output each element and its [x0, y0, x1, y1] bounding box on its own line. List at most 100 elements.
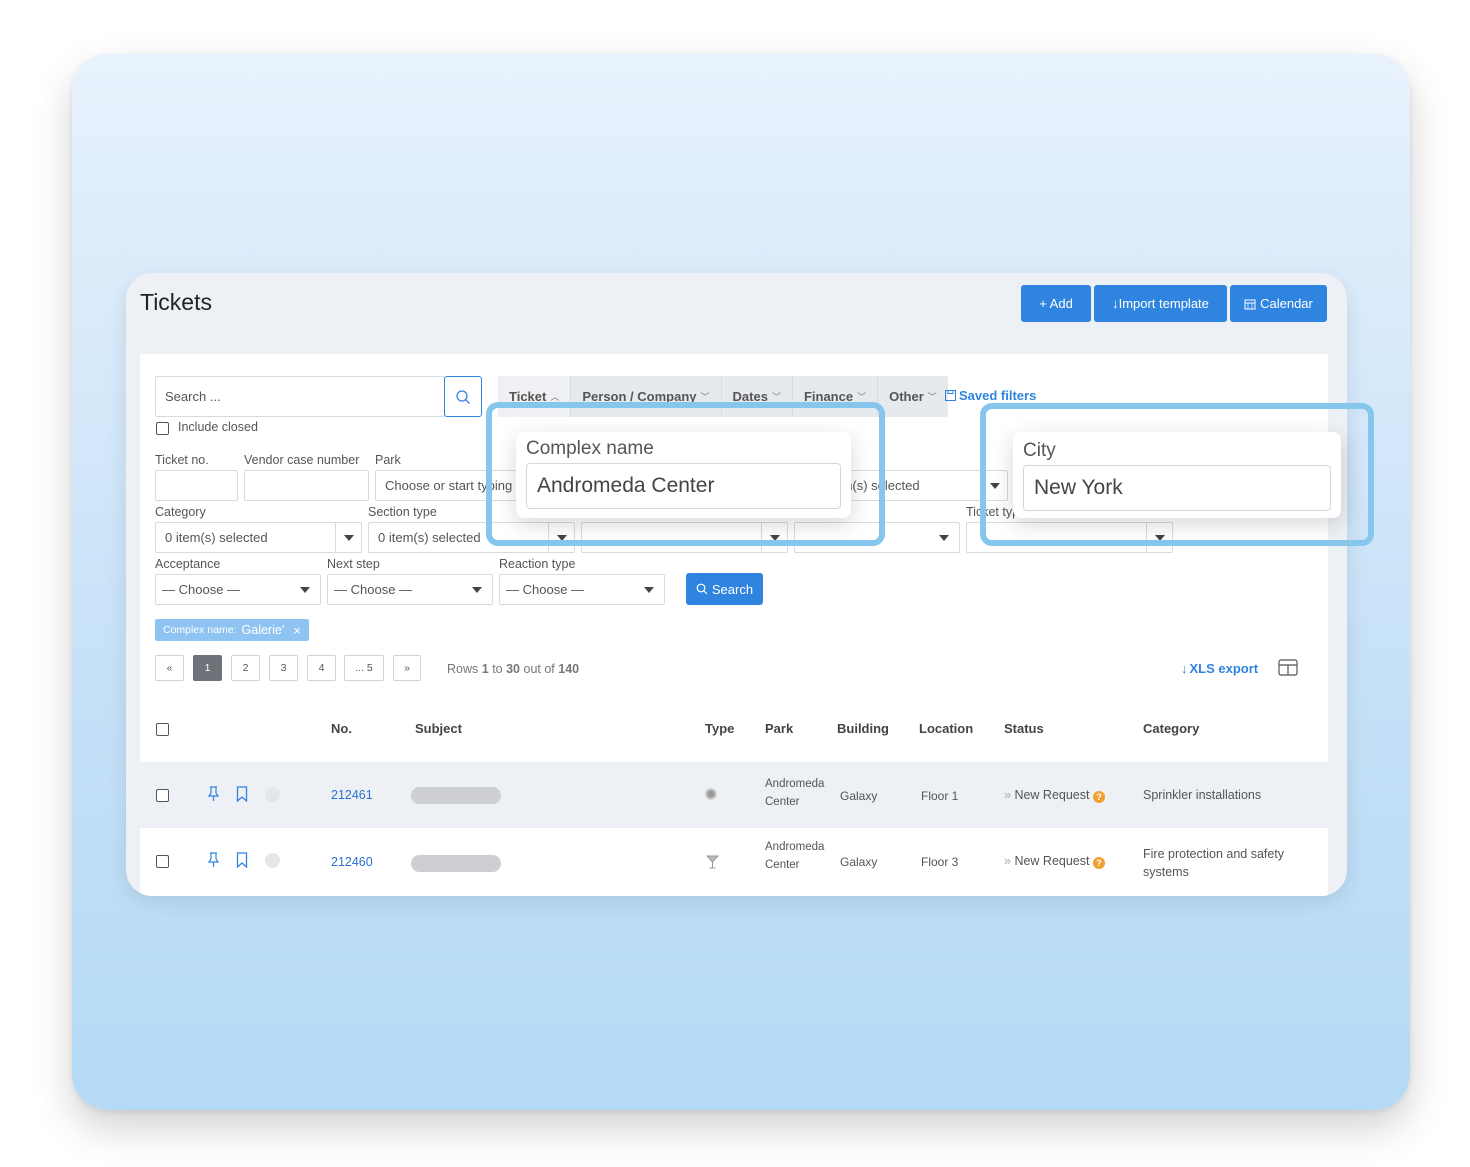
- vendor-case-label: Vendor case number: [244, 453, 360, 467]
- category-line: systems: [1143, 865, 1189, 879]
- active-filter-key: Complex name:: [163, 624, 237, 636]
- status-dot: [265, 787, 280, 802]
- pagination-page[interactable]: 4: [307, 655, 336, 681]
- acceptance-value: — Choose —: [162, 582, 241, 597]
- dropdown-arrow-icon: [472, 586, 482, 593]
- help-icon[interactable]: ?: [1092, 857, 1105, 869]
- pagination-page[interactable]: 1: [193, 655, 222, 681]
- xls-export-link[interactable]: ↓ XLS export: [1181, 661, 1258, 676]
- column-status[interactable]: Status: [1004, 721, 1044, 736]
- column-park[interactable]: Park: [765, 721, 793, 736]
- active-filter-value: Galerie': [241, 623, 285, 637]
- table-row[interactable]: 212460 Andromeda Center Galaxy Floor 3 »…: [140, 828, 1328, 894]
- bookmark-icon[interactable]: [236, 852, 248, 868]
- pagination-page[interactable]: 2: [231, 655, 260, 681]
- help-icon[interactable]: ?: [1092, 791, 1105, 803]
- dropdown-arrow-icon: [644, 586, 654, 593]
- category-label: Category: [155, 505, 206, 519]
- column-subject[interactable]: Subject: [415, 721, 462, 736]
- category-cell: Fire protection and safety systems: [1143, 845, 1284, 881]
- status-dot: [265, 853, 280, 868]
- status-text: New Request: [1014, 854, 1090, 868]
- section-type-value: 0 item(s) selected: [378, 530, 481, 545]
- ticket-no-label: Ticket no.: [155, 453, 209, 467]
- reaction-type-select[interactable]: — Choose —: [499, 574, 665, 605]
- search-icon: [456, 389, 470, 404]
- rows-to: 30: [506, 662, 521, 676]
- park-line: Andromeda: [765, 841, 825, 853]
- type-icon: [705, 788, 717, 800]
- column-location[interactable]: Location: [919, 721, 973, 736]
- rows-info: Rows 1 to 30 out of 140: [447, 662, 579, 676]
- dropdown-arrow-icon: [335, 523, 361, 552]
- ticket-number-link[interactable]: 212460: [331, 855, 373, 869]
- reaction-type-label: Reaction type: [499, 557, 576, 571]
- column-category[interactable]: Category: [1143, 721, 1199, 736]
- column-no[interactable]: No.: [331, 721, 352, 736]
- vendor-case-input[interactable]: [244, 470, 369, 501]
- complex-name-highlight: [486, 402, 885, 546]
- tab-other[interactable]: Other ﹀: [878, 376, 948, 417]
- include-closed-checkbox[interactable]: [156, 422, 169, 435]
- pin-icon[interactable]: [207, 786, 220, 802]
- save-icon: [945, 390, 956, 401]
- xls-export-label: XLS export: [1189, 661, 1259, 676]
- page-title: Tickets: [140, 289, 212, 315]
- cocktail-icon: [706, 855, 719, 869]
- rows-from: 1: [481, 662, 489, 676]
- search-button-label: Search: [711, 581, 754, 597]
- row-checkbox[interactable]: [156, 855, 169, 868]
- search-input[interactable]: Search ...: [155, 376, 445, 417]
- next-step-label: Next step: [327, 557, 380, 571]
- search-button[interactable]: Search: [686, 573, 763, 605]
- pagination-first[interactable]: «: [155, 655, 184, 681]
- search-submit-button[interactable]: [444, 376, 482, 417]
- import-template-button[interactable]: ↓Import template: [1094, 285, 1227, 322]
- section-type-label: Section type: [368, 505, 437, 519]
- close-icon[interactable]: ×: [293, 623, 301, 638]
- calendar-button[interactable]: Calendar: [1230, 285, 1327, 322]
- bookmark-icon[interactable]: [236, 786, 248, 802]
- pagination-page[interactable]: ... 5: [344, 655, 384, 681]
- saved-filters-link[interactable]: Saved filters: [945, 388, 1036, 403]
- status-text: New Request: [1014, 788, 1090, 802]
- column-type[interactable]: Type: [705, 721, 734, 736]
- dropdown-arrow-icon: [939, 534, 949, 541]
- row-checkbox[interactable]: [156, 789, 169, 802]
- search-icon: [696, 583, 708, 595]
- rows-to-word: to: [492, 662, 503, 676]
- ticket-no-input[interactable]: [155, 470, 238, 501]
- download-icon: ↓: [1181, 661, 1188, 676]
- category-select[interactable]: 0 item(s) selected: [155, 522, 362, 553]
- active-filter-chip: Complex name: Galerie' ×: [155, 619, 309, 641]
- column-building[interactable]: Building: [837, 721, 889, 736]
- park-line: Center: [765, 859, 800, 871]
- table-row[interactable]: 212461 Andromeda Center Galaxy Floor 1 »…: [140, 762, 1328, 828]
- pagination-page[interactable]: 3: [269, 655, 298, 681]
- next-step-select[interactable]: — Choose —: [327, 574, 493, 605]
- add-button[interactable]: + Add: [1021, 285, 1091, 322]
- rows-total: 140: [558, 662, 580, 676]
- park-line: Center: [765, 796, 800, 808]
- tickets-card: Tickets + Add ↓Import template Calendar …: [126, 273, 1347, 896]
- saved-filters-label: Saved filters: [959, 388, 1037, 403]
- subject-redacted: [411, 787, 501, 804]
- columns-layout-icon[interactable]: [1278, 659, 1298, 676]
- ticket-number-link[interactable]: 212461: [331, 788, 373, 802]
- pin-icon[interactable]: [207, 852, 220, 868]
- calendar-icon: [1244, 299, 1256, 309]
- calendar-button-label: Calendar: [1260, 296, 1313, 311]
- search-placeholder: Search ...: [165, 389, 221, 404]
- pagination-last[interactable]: »: [393, 655, 421, 681]
- rows-out-of: out of: [523, 662, 555, 676]
- dropdown-arrow-icon: [300, 586, 310, 593]
- subject-redacted: [411, 855, 501, 872]
- building-cell: Galaxy: [840, 855, 878, 869]
- acceptance-label: Acceptance: [155, 557, 221, 571]
- park-label: Park: [375, 453, 401, 467]
- status-cell: » New Request ?: [1004, 788, 1105, 803]
- include-closed-label: Include closed: [178, 420, 258, 434]
- acceptance-select[interactable]: — Choose —: [155, 574, 321, 605]
- select-all-checkbox[interactable]: [156, 723, 169, 736]
- status-cell: » New Request ?: [1004, 854, 1105, 869]
